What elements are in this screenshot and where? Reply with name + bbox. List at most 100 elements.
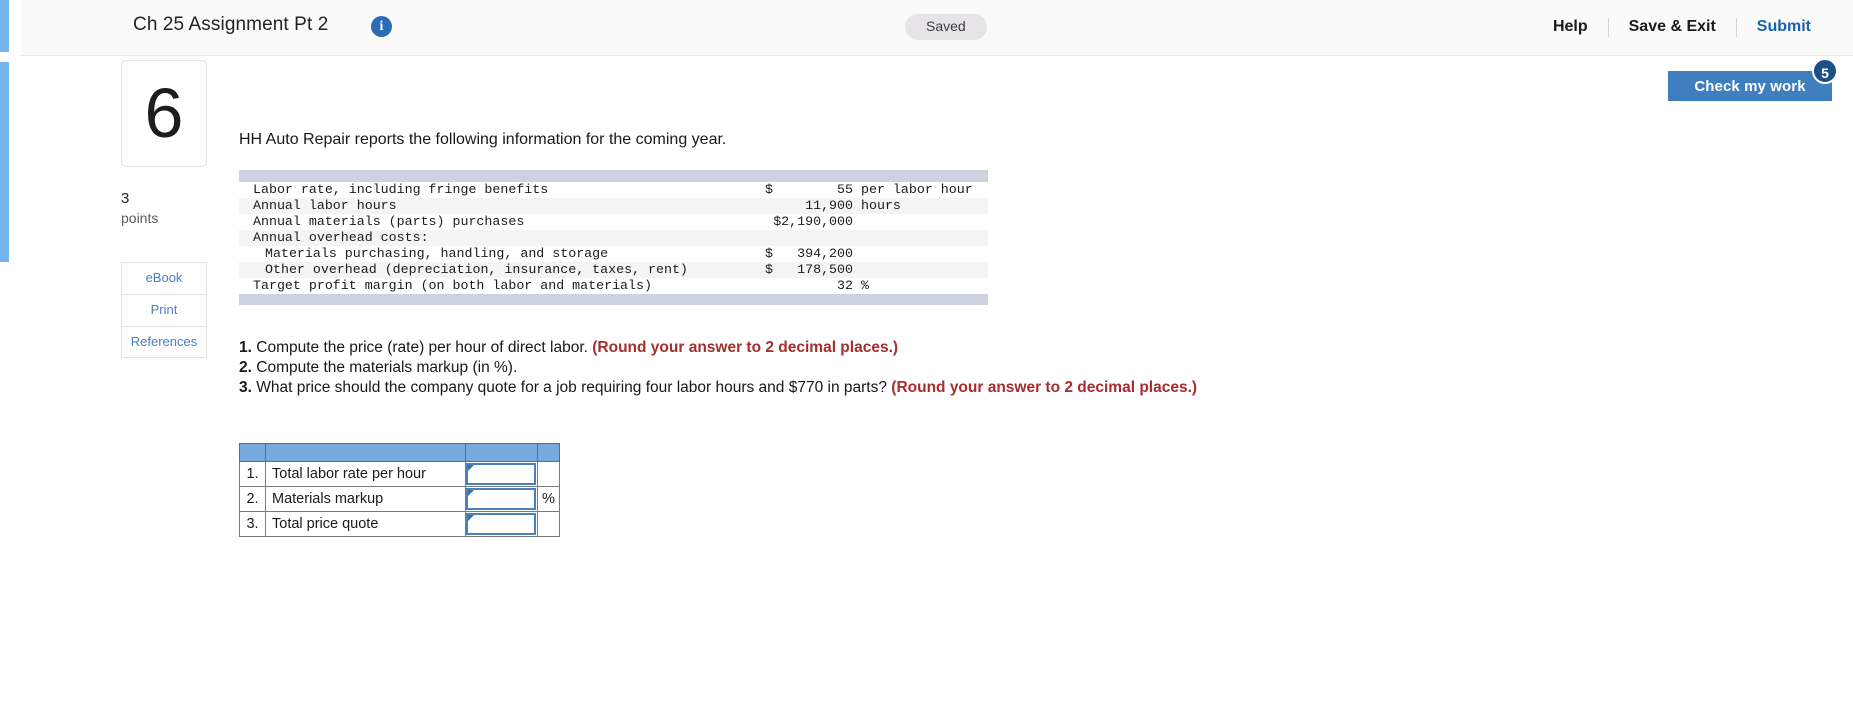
page-left-margin xyxy=(9,0,21,714)
fact-currency-symbol: $ xyxy=(739,246,773,262)
answer-row-unit: % xyxy=(537,486,560,512)
table-row: Annual materials (parts) purchases $2,19… xyxy=(239,214,988,230)
requirements-list: 1. Compute the price (rate) per hour of … xyxy=(239,338,1199,398)
fact-unit xyxy=(853,230,988,246)
requirement-2-number: 2. xyxy=(239,359,252,376)
check-my-work-button[interactable]: Check my work xyxy=(1668,71,1832,101)
requirement-3-number: 3. xyxy=(239,379,252,396)
fact-value xyxy=(773,230,853,246)
fact-label: Annual overhead costs: xyxy=(239,230,739,246)
fact-label: Annual labor hours xyxy=(239,198,739,214)
table-row: 1. Total labor rate per hour xyxy=(239,461,560,487)
answer-row-label: Total labor rate per hour xyxy=(265,461,466,487)
total-price-quote-cell[interactable] xyxy=(465,511,538,537)
requirement-1: 1. Compute the price (rate) per hour of … xyxy=(239,338,1199,358)
requirement-2: 2. Compute the materials markup (in %). xyxy=(239,358,1199,378)
fact-unit xyxy=(853,262,988,278)
fact-value: 55 xyxy=(773,182,853,198)
fact-unit: % xyxy=(853,278,988,294)
fact-label: Other overhead (depreciation, insurance,… xyxy=(239,262,739,278)
fact-value: 394,200 xyxy=(773,246,853,262)
save-and-exit-link[interactable]: Save & Exit xyxy=(1609,18,1736,36)
check-my-work-attempts-badge: 5 xyxy=(1812,58,1838,84)
header-actions: Help Save & Exit Submit xyxy=(1533,14,1831,40)
print-button[interactable]: Print xyxy=(121,294,207,326)
requirement-3-hint: (Round your answer to 2 decimal places.) xyxy=(891,379,1198,396)
answer-header-unit xyxy=(537,443,560,462)
sidebar-tools: eBook Print References xyxy=(121,262,207,358)
answer-entry-table: 1. Total labor rate per hour 2. Material… xyxy=(239,443,560,537)
input-frame xyxy=(466,463,536,485)
problem-intro-text: HH Auto Repair reports the following inf… xyxy=(239,131,727,148)
points-label: points xyxy=(121,210,159,226)
requirement-1-hint: (Round your answer to 2 decimal places.) xyxy=(592,339,899,356)
status-badge: Saved xyxy=(905,14,987,40)
fact-value: 32 xyxy=(773,278,853,294)
facts-table-bottom-band xyxy=(239,294,988,305)
references-button[interactable]: References xyxy=(121,326,207,358)
fact-unit: per labor hour xyxy=(853,182,988,198)
fact-unit: hours xyxy=(853,198,988,214)
answer-row-number: 3. xyxy=(239,511,266,537)
total-price-quote-input[interactable] xyxy=(470,517,534,533)
table-row: Materials purchasing, handling, and stor… xyxy=(239,246,988,262)
answer-row-unit xyxy=(537,511,560,537)
input-frame xyxy=(466,488,536,510)
answer-row-number: 2. xyxy=(239,486,266,512)
fact-currency-symbol xyxy=(739,230,773,246)
answer-row-label: Total price quote xyxy=(265,511,466,537)
answer-table-header-row xyxy=(239,443,560,462)
requirement-1-text: Compute the price (rate) per hour of dir… xyxy=(256,339,588,356)
answer-row-label: Materials markup xyxy=(265,486,466,512)
answer-header-value xyxy=(465,443,538,462)
fact-value: 11,900 xyxy=(773,198,853,214)
answer-header-label xyxy=(265,443,466,462)
fact-currency-symbol xyxy=(739,198,773,214)
requirement-3: 3. What price should the company quote f… xyxy=(239,378,1199,398)
table-row: Annual overhead costs: xyxy=(239,230,988,246)
app-header: Ch 25 Assignment Pt 2 i Saved Help Save … xyxy=(21,0,1853,56)
ebook-button[interactable]: eBook xyxy=(121,262,207,294)
check-my-work-group: Check my work 5 xyxy=(1668,58,1838,101)
viewport-edge-strip-bottom xyxy=(0,62,9,262)
points-value: 3 xyxy=(121,190,130,207)
fact-currency-symbol xyxy=(739,278,773,294)
table-row: Other overhead (depreciation, insurance,… xyxy=(239,262,988,278)
viewport-edge-strip-top xyxy=(0,0,9,52)
fact-label: Labor rate, including fringe benefits xyxy=(239,182,739,198)
facts-table-top-band xyxy=(239,170,988,182)
question-number: 6 xyxy=(144,74,184,152)
input-frame xyxy=(466,513,536,535)
fact-label: Materials purchasing, handling, and stor… xyxy=(239,246,739,262)
fact-label: Target profit margin (on both labor and … xyxy=(239,278,739,294)
total-labor-rate-input[interactable] xyxy=(470,467,534,483)
materials-markup-input[interactable] xyxy=(470,492,534,508)
fact-currency-symbol xyxy=(739,214,773,230)
table-row: Annual labor hours 11,900 hours xyxy=(239,198,988,214)
answer-row-unit xyxy=(537,461,560,487)
answer-header-num xyxy=(239,443,266,462)
fact-currency-symbol: $ xyxy=(739,182,773,198)
page-title: Ch 25 Assignment Pt 2 xyxy=(133,14,329,35)
requirement-2-text: Compute the materials markup (in %). xyxy=(256,359,518,376)
answer-row-number: 1. xyxy=(239,461,266,487)
fact-value: 178,500 xyxy=(773,262,853,278)
given-facts-table: Labor rate, including fringe benefits $ … xyxy=(239,170,988,305)
requirement-3-text: What price should the company quote for … xyxy=(256,379,887,396)
fact-currency-symbol: $ xyxy=(739,262,773,278)
fact-unit xyxy=(853,214,988,230)
table-row: 2. Materials markup % xyxy=(239,486,560,512)
total-labor-rate-cell[interactable] xyxy=(465,461,538,487)
help-link[interactable]: Help xyxy=(1533,18,1608,36)
materials-markup-cell[interactable] xyxy=(465,486,538,512)
table-row: Labor rate, including fringe benefits $ … xyxy=(239,182,988,198)
fact-value: $2,190,000 xyxy=(773,214,853,230)
assignment-page: Ch 25 Assignment Pt 2 i Saved Help Save … xyxy=(0,0,1853,714)
requirement-1-number: 1. xyxy=(239,339,252,356)
submit-link[interactable]: Submit xyxy=(1737,18,1831,36)
table-row: Target profit margin (on both labor and … xyxy=(239,278,988,294)
info-icon[interactable]: i xyxy=(371,16,392,37)
fact-label: Annual materials (parts) purchases xyxy=(239,214,739,230)
question-number-box: 6 xyxy=(121,60,207,167)
table-row: 3. Total price quote xyxy=(239,511,560,537)
